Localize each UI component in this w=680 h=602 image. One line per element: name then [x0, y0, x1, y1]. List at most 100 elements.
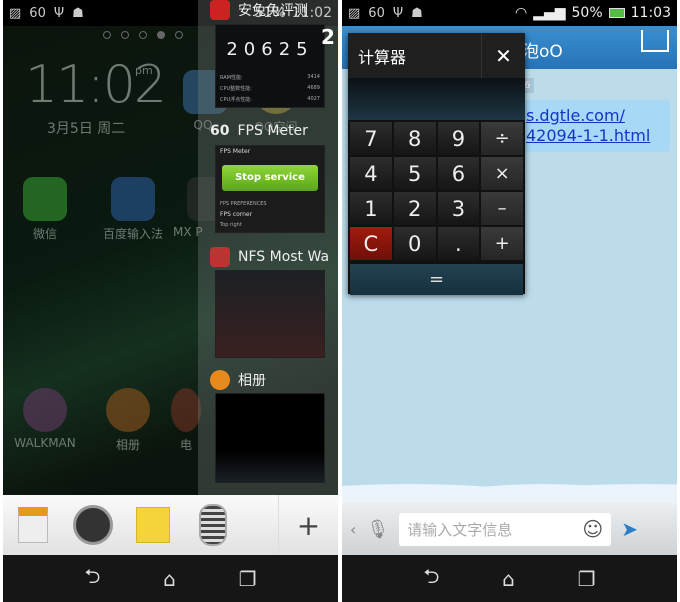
clock-date: 3月5日 周二 — [47, 121, 126, 137]
cloud-decoration — [342, 470, 677, 503]
contact-profile-icon[interactable] — [641, 30, 669, 52]
calc-key[interactable]: ÷ — [481, 122, 523, 155]
pref-value: Top right — [220, 222, 242, 228]
calc-key[interactable]: 2 — [393, 192, 436, 225]
album-thumbnail[interactable] — [215, 393, 325, 483]
gallery-icon: ▨ — [9, 5, 22, 21]
chevron-left-icon[interactable]: ‹ — [350, 520, 356, 539]
calc-key[interactable]: – — [481, 192, 523, 225]
recent-title: 相册 — [238, 373, 266, 389]
score-row: CPU整数性能: 4689 — [220, 85, 320, 92]
recent-apps-panel: 安兔兔评测 20625 RAM性能: 3414 CPU整数性能: 4689 CPU浮… — [198, 0, 338, 495]
app-label: 电 — [179, 438, 192, 452]
calc-key[interactable]: 1 — [350, 192, 392, 225]
calculator-small-app: 计算器 ✕ 7 8 9 ÷ 4 5 6 × 1 2 3– C 0. + = — [348, 33, 525, 295]
notes-icon[interactable] — [123, 507, 183, 543]
calculator-display — [348, 78, 525, 120]
page-indicator — [103, 31, 183, 39]
app-wechat[interactable]: 微信 — [10, 177, 80, 242]
calculator-icon[interactable] — [3, 507, 63, 543]
stop-service-button[interactable]: Stop service — [222, 165, 318, 191]
app-label: 相册 — [115, 438, 140, 452]
battery-icon — [608, 8, 625, 18]
nfs-icon — [210, 247, 230, 267]
gallery-icon: ▨ — [348, 5, 361, 21]
send-icon[interactable]: ➤ — [621, 517, 638, 541]
overlay-digit: 2 — [321, 25, 335, 49]
equals-button[interactable]: = — [350, 264, 523, 295]
emoji-icon[interactable]: ☺ — [582, 517, 603, 541]
status-bar: ▨ 60 Ψ ☗ ◠ ▂▄▆ 50% 11:03 — [342, 0, 677, 26]
antutu-score: 20625 — [226, 39, 314, 60]
calc-key[interactable]: 7 — [350, 122, 392, 155]
navigation-bar: ⮌ ⌂ ❐ — [3, 555, 338, 602]
message-link-line[interactable]: 42094-1-1.html — [526, 126, 670, 146]
calc-key[interactable]: 4 — [350, 157, 392, 190]
recent-fps-meter[interactable]: 60 FPS Meter — [210, 123, 308, 139]
calc-key[interactable]: 5 — [393, 157, 436, 190]
app-album[interactable]: 相册 — [93, 388, 163, 453]
recents-icon[interactable]: ❐ — [578, 567, 596, 591]
fps-icon: 60 — [210, 123, 230, 139]
timer-icon[interactable] — [63, 505, 123, 545]
antutu-icon — [210, 0, 230, 20]
status-time: 11:03 — [630, 5, 671, 21]
voice-recorder-icon[interactable] — [183, 504, 243, 546]
recent-title: NFS Most Wa — [238, 249, 330, 265]
recent-album[interactable]: 相册 — [210, 370, 266, 390]
recent-nfs[interactable]: NFS Most Wa — [210, 247, 329, 267]
usb-icon: Ψ — [53, 5, 65, 21]
calc-key[interactable]: 8 — [393, 122, 436, 155]
message-bubble[interactable]: s.dgtle.com/ 42094-1-1.html — [522, 100, 670, 152]
score-row: CPU浮点性能: 4027 — [220, 96, 320, 103]
message-input-bar: ‹ 🎙 请输入文字信息 ☺ ➤ — [342, 503, 677, 555]
app-movies[interactable]: 电 — [171, 388, 201, 453]
calculator-title: 计算器 — [358, 47, 407, 67]
recent-title: FPS Meter — [237, 123, 308, 139]
fps-indicator: 60 — [368, 5, 385, 21]
calc-key[interactable]: 3 — [437, 192, 480, 225]
calc-key[interactable]: 6 — [437, 157, 480, 190]
home-icon[interactable]: ⌂ — [163, 567, 176, 591]
message-link-line[interactable]: s.dgtle.com/ — [526, 106, 670, 126]
usb-icon: Ψ — [392, 5, 404, 21]
recent-title: 安兔兔评测 — [238, 3, 308, 19]
message-input[interactable]: 请输入文字信息 ☺ — [399, 512, 612, 546]
microphone-icon[interactable]: 🎙 — [366, 519, 389, 540]
section-label: FPS PREFERENCES — [220, 201, 267, 207]
left-phone-screen: ▨ 60 Ψ ☗ 51% 11:02 11:02 pm 3月5日 周二 微信 百度… — [3, 0, 338, 602]
wifi-icon: ◠ — [514, 5, 528, 21]
calculator-keypad: 7 8 9 ÷ 4 5 6 × 1 2 3– C 0. + — [348, 120, 525, 262]
close-icon[interactable]: ✕ — [481, 33, 525, 78]
back-icon[interactable]: ⮌ — [84, 562, 100, 596]
app-walkman[interactable]: WALKMAN — [10, 388, 80, 450]
input-placeholder: 请输入文字信息 — [407, 520, 513, 539]
calc-key[interactable]: C — [350, 227, 392, 260]
thumb-title: FPS Meter — [220, 148, 251, 155]
android-icon: ☗ — [411, 5, 423, 21]
add-small-app-button[interactable]: + — [278, 495, 338, 555]
home-icon[interactable]: ⌂ — [502, 567, 515, 591]
calc-key[interactable]: 0 — [393, 227, 436, 260]
fps-meter-thumbnail[interactable]: FPS Meter Stop service FPS PREFERENCES F… — [215, 145, 325, 233]
calc-key[interactable]: + — [481, 227, 523, 260]
calc-key[interactable]: × — [481, 157, 523, 190]
recent-antutu[interactable]: 安兔兔评测 — [210, 0, 308, 20]
app-baidu-ime[interactable]: 百度输入法 — [95, 177, 171, 242]
right-phone-screen: ▨ 60 Ψ ☗ ◠ ▂▄▆ 50% 11:03 泡oO 6 s.dgtle.com/… — [342, 0, 677, 602]
calc-key[interactable]: 9 — [437, 122, 480, 155]
back-icon[interactable]: ⮌ — [423, 562, 439, 596]
clock-ampm: pm — [135, 64, 153, 77]
nfs-thumbnail[interactable] — [215, 270, 325, 358]
pref-label: FPS corner — [220, 211, 253, 218]
antutu-thumbnail[interactable]: 20625 RAM性能: 3414 CPU整数性能: 4689 CPU浮点性能: 40… — [215, 24, 325, 108]
recents-icon[interactable]: ❐ — [239, 567, 257, 591]
app-label: 百度输入法 — [102, 227, 163, 241]
score-row: RAM性能: 3414 — [220, 74, 320, 81]
signal-icon: ▂▄▆ — [533, 5, 566, 21]
app-label: 微信 — [32, 227, 57, 241]
album-icon — [210, 370, 230, 390]
battery-level: 50% — [571, 5, 603, 21]
navigation-bar: ⮌ ⌂ ❐ — [342, 555, 677, 602]
calc-key[interactable]: . — [437, 227, 480, 260]
